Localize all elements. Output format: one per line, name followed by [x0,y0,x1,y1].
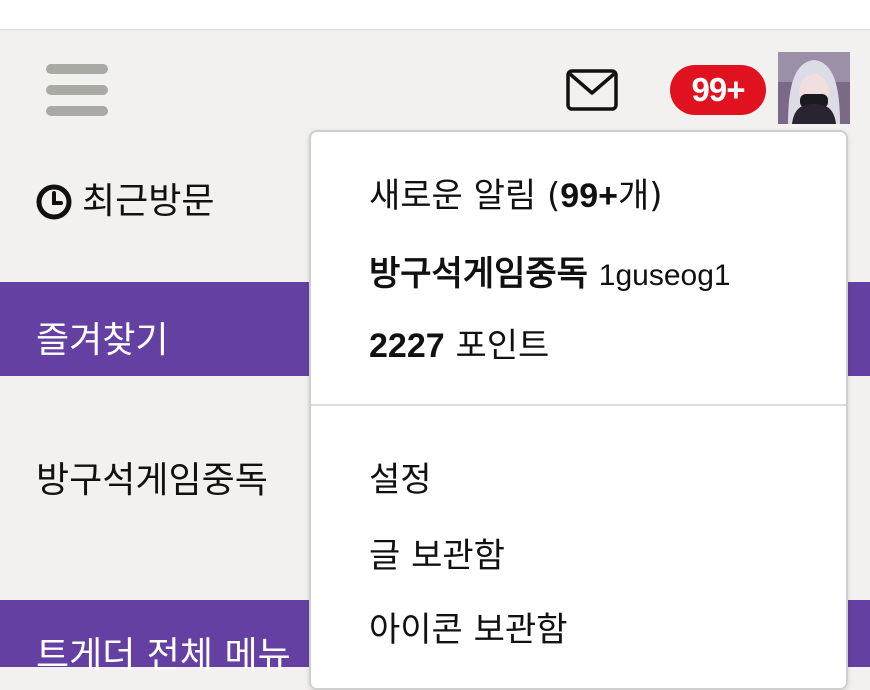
notice-prefix: 새로운 알림 ( [369,176,561,216]
points-value: 2227 [369,327,445,365]
new-notifications-item[interactable]: 새로운 알림 (99+개) [369,168,663,217]
saved-posts-item[interactable]: 글 보관함 [369,528,505,577]
dropdown-divider [311,404,846,406]
user-id: 1guseog1 [598,259,731,292]
points-item[interactable]: 2227 포인트 [369,318,549,367]
notice-suffix: 개) [617,176,663,216]
notification-badge[interactable]: 99+ [670,65,766,115]
notice-count: 99+ [560,177,618,215]
mail-icon[interactable] [566,69,618,111]
nickname: 방구석게임중독 [369,254,588,294]
settings-item[interactable]: 설정 [369,452,432,501]
points-label: 포인트 [455,326,550,366]
all-menu-label: 트게더 전체 메뉴 [36,635,291,676]
saved-icons-item[interactable]: 아이콘 보관함 [369,602,568,651]
recent-visits-label: 최근방문 [82,181,215,222]
header: 99+ [0,30,870,130]
sidebar-item-community[interactable]: 방구석게임중독 [36,451,268,503]
recent-visits[interactable]: 최근방문 [36,184,336,220]
avatar[interactable] [778,52,850,124]
clock-icon [36,184,72,220]
user-dropdown-menu: 새로운 알림 (99+개) 방구석게임중독 1guseog1 2227 포인트 … [309,130,848,690]
profile-item[interactable]: 방구석게임중독 1guseog1 [369,246,731,295]
browser-top-strip [0,0,870,30]
favorites-label: 즐겨찾기 [36,320,169,361]
hamburger-menu-icon[interactable] [46,64,108,116]
